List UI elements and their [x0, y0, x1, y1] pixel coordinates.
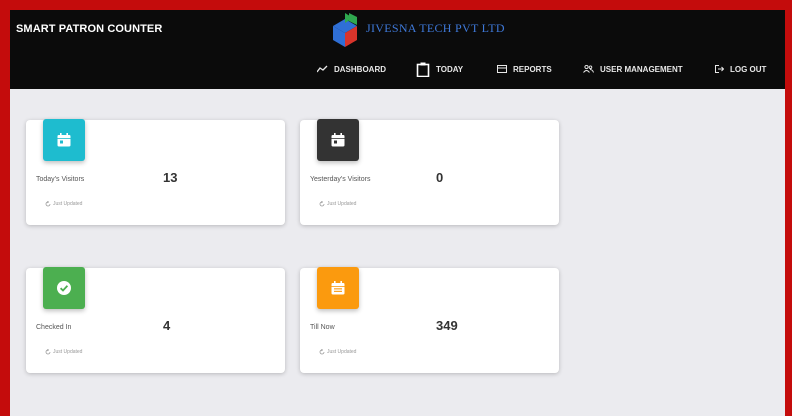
card-value: 349 — [436, 318, 458, 333]
card-label: Today's Visitors — [36, 176, 85, 183]
card-footer: Just Updated — [45, 349, 82, 355]
card-footer: Just Updated — [319, 201, 356, 207]
nav-user-management[interactable]: USER MANAGEMENT — [583, 58, 683, 80]
nav-reports[interactable]: REPORTS — [497, 58, 552, 80]
refresh-icon — [319, 349, 325, 355]
nav-label: DASHBOARD — [334, 64, 386, 74]
app-frame: SMART PATRON COUNTER JIVESNA TECH PVT LT… — [10, 10, 785, 416]
nav-label: TODAY — [436, 64, 464, 74]
company-name: JIVESNA TECH PVT LTD — [366, 21, 505, 35]
stat-card-checked-in[interactable]: Checked In 4 Just Updated — [26, 267, 285, 373]
reports-icon — [497, 65, 507, 73]
card-label: Yesterday's Visitors — [310, 176, 371, 183]
card-footer-text: Just Updated — [53, 201, 83, 207]
card-footer-text: Just Updated — [327, 349, 357, 355]
refresh-icon — [45, 349, 51, 355]
calendar-icon — [43, 119, 85, 161]
nav-label: LOG OUT — [730, 64, 767, 74]
card-footer-text: Just Updated — [327, 201, 357, 207]
trend-icon — [317, 65, 328, 73]
card-label: Till Now — [310, 324, 335, 331]
calendar-icon — [317, 119, 359, 161]
app-title: SMART PATRON COUNTER — [16, 23, 163, 35]
card-footer: Just Updated — [319, 349, 356, 355]
users-icon — [583, 65, 594, 73]
logout-icon — [715, 65, 724, 73]
card-value: 0 — [436, 170, 444, 185]
refresh-icon — [45, 201, 51, 207]
nav-dashboard[interactable]: DASHBOARD — [317, 58, 386, 80]
company-logo — [333, 13, 357, 47]
card-value: 13 — [163, 170, 178, 185]
stat-card-till-now[interactable]: Till Now 349 Just Updated — [300, 267, 559, 373]
refresh-icon — [319, 201, 325, 207]
nav-label: REPORTS — [513, 64, 552, 74]
card-footer: Just Updated — [45, 201, 82, 207]
stat-card-today-visitors[interactable]: Today's Visitors 13 Just Updated — [26, 119, 285, 225]
top-navbar: SMART PATRON COUNTER JIVESNA TECH PVT LT… — [10, 10, 785, 89]
check-circle-icon — [43, 267, 85, 309]
clipboard-icon — [416, 62, 430, 77]
nav-logout[interactable]: LOG OUT — [715, 58, 766, 80]
card-value: 4 — [163, 318, 171, 333]
calendar-list-icon — [317, 267, 359, 309]
nav-label: USER MANAGEMENT — [600, 64, 683, 74]
nav-today[interactable]: TODAY — [416, 58, 463, 80]
card-label: Checked In — [36, 324, 72, 331]
stat-card-yesterday-visitors[interactable]: Yesterday's Visitors 0 Just Updated — [300, 119, 559, 225]
card-footer-text: Just Updated — [53, 349, 83, 355]
